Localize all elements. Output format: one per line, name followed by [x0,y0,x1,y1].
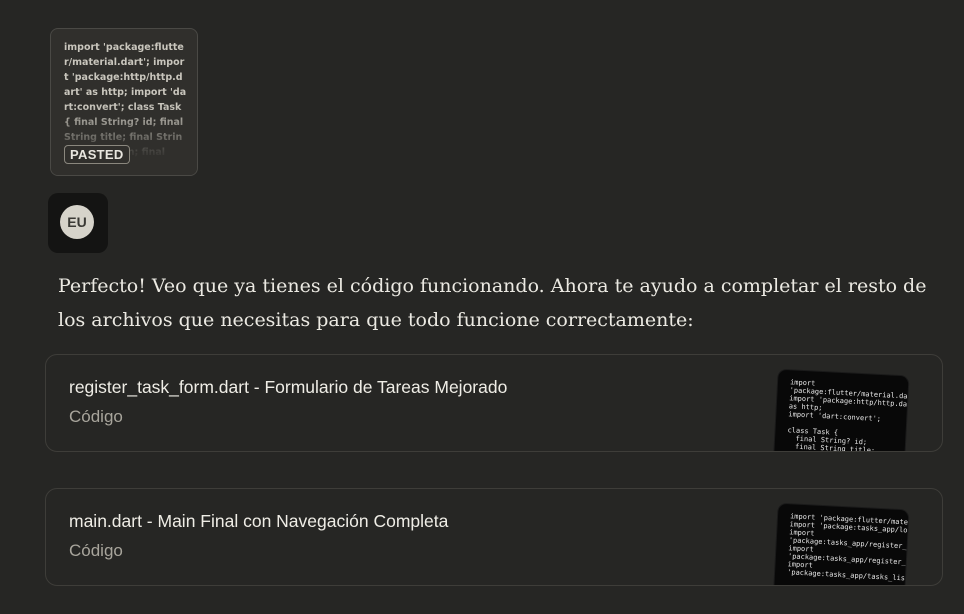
code-thumbnail-text: import 'package:flutter/material.dart'; … [786,512,909,586]
pasted-attachment-card[interactable]: import 'package:flutter/material.dart'; … [50,28,198,176]
artifact-type-label: Código [69,541,123,560]
artifact-type-label: Código [69,407,123,426]
pasted-badge: PASTED [64,145,130,164]
code-thumbnail: import 'package:flutter/material.dart'; … [773,369,909,452]
pasted-fade-overlay [51,105,197,175]
artifact-card-main-dart[interactable]: main.dart - Main Final con Navegación Co… [45,488,943,586]
artifact-card-register-task-form[interactable]: register_task_form.dart - Formulario de … [45,354,943,452]
artifact-title: register_task_form.dart - Formulario de … [69,377,508,397]
code-thumbnail: import 'package:flutter/material.dart'; … [773,503,909,586]
user-avatar-container: EU [48,193,108,253]
assistant-message-text: Perfecto! Veo que ya tienes el código fu… [58,275,927,331]
user-avatar: EU [60,205,94,239]
code-thumbnail-text: import 'package:flutter/material.dart'; … [787,378,909,452]
artifact-title: main.dart - Main Final con Navegación Co… [69,511,449,531]
